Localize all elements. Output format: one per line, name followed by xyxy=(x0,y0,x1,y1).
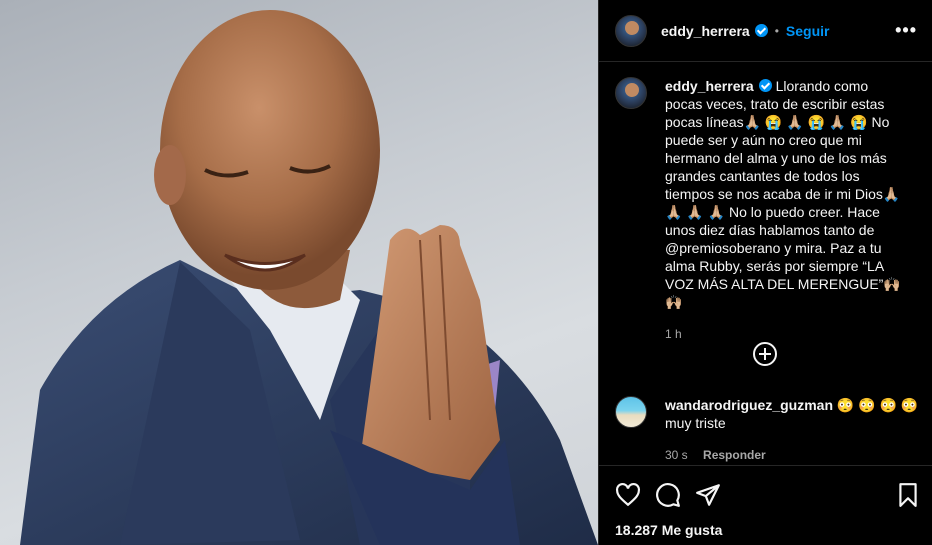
post-photo xyxy=(20,10,598,545)
separator-dot: • xyxy=(774,23,779,38)
share-send-icon[interactable] xyxy=(695,482,721,508)
post-image[interactable] xyxy=(0,0,598,545)
comment-meta: 30 s Responder xyxy=(665,446,918,464)
comment-timestamp[interactable]: 30 s xyxy=(665,448,688,462)
follow-button[interactable]: Seguir xyxy=(786,23,830,39)
save-bookmark-icon[interactable] xyxy=(895,482,921,508)
caption-text: Llorando como pocas veces, trato de escr… xyxy=(665,78,901,310)
commenter-avatar[interactable] xyxy=(615,396,647,428)
comment-text: muy triste xyxy=(665,415,726,431)
more-options-icon[interactable]: ••• xyxy=(895,20,917,41)
caption-author-avatar[interactable] xyxy=(615,77,647,109)
post-side-panel: eddy_herrera • Seguir ••• eddy_herrera L… xyxy=(598,0,932,545)
caption-timestamp[interactable]: 1 h xyxy=(665,325,905,343)
comment-item: wandarodriguez_guzman 😳 😳 😳 😳 muy triste… xyxy=(615,396,921,464)
caption-verified-badge-icon xyxy=(758,79,772,92)
post-actions: 18.287 Me gusta xyxy=(599,465,932,545)
like-heart-icon[interactable] xyxy=(615,482,641,508)
comment-emoji-text: 😳 😳 😳 😳 xyxy=(836,397,919,413)
reply-button[interactable]: Responder xyxy=(703,448,766,462)
load-more-comments-icon[interactable] xyxy=(753,342,777,366)
likes-count[interactable]: 18.287 Me gusta xyxy=(615,522,722,538)
post-header: eddy_herrera • Seguir ••• xyxy=(599,0,932,62)
verified-badge-icon xyxy=(754,24,768,37)
caption-username[interactable]: eddy_herrera xyxy=(665,78,754,94)
author-username[interactable]: eddy_herrera xyxy=(661,23,750,39)
commenter-username[interactable]: wandarodriguez_guzman xyxy=(665,397,833,413)
author-avatar[interactable] xyxy=(615,14,647,47)
caption: eddy_herrera Llorando como pocas veces, … xyxy=(615,77,921,343)
comment-body: wandarodriguez_guzman 😳 😳 😳 😳 muy triste… xyxy=(665,396,918,464)
caption-text-block: eddy_herrera Llorando como pocas veces, … xyxy=(665,77,905,343)
comment-bubble-icon[interactable] xyxy=(655,482,681,508)
